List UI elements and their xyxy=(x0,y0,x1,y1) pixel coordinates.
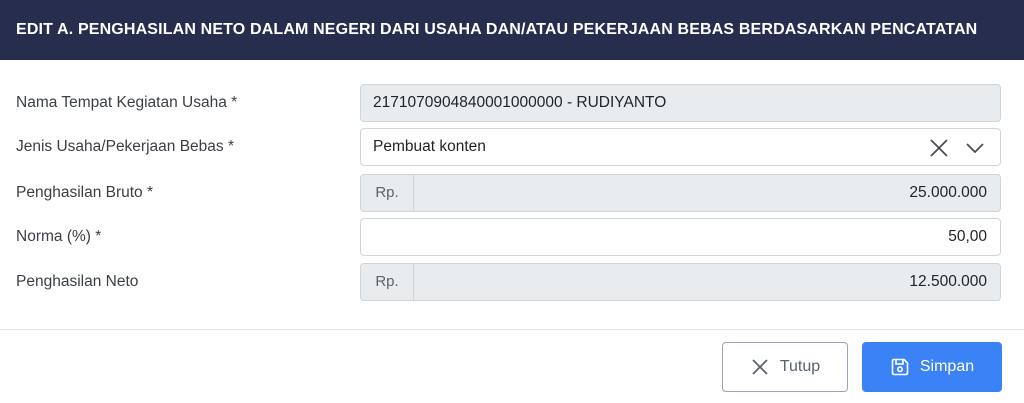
neto-value: 12.500.000 xyxy=(909,273,987,290)
modal-title: EDIT A. PENGHASILAN NETO DALAM NEGERI DA… xyxy=(0,0,1024,60)
nama-tempat-field: 2171070904840001000000 - RUDIYANTO xyxy=(360,84,1001,122)
currency-prefix: Rp. xyxy=(361,264,414,300)
close-button-label: Tutup xyxy=(779,358,821,375)
neto-field: Rp. 12.500.000 xyxy=(360,263,1001,301)
row-nama-tempat: Nama Tempat Kegiatan Usaha * 21710709048… xyxy=(0,84,1024,122)
footer-divider xyxy=(0,329,1024,330)
row-norma: Norma (%) * 50,00 xyxy=(0,218,1024,256)
close-icon xyxy=(750,357,770,377)
edit-modal: EDIT A. PENGHASILAN NETO DALAM NEGERI DA… xyxy=(0,0,1024,403)
jenis-usaha-label: Jenis Usaha/Pekerjaan Bebas * xyxy=(16,138,234,155)
floppy-disk-icon xyxy=(890,357,910,377)
currency-prefix: Rp. xyxy=(361,175,414,211)
row-jenis-usaha: Jenis Usaha/Pekerjaan Bebas * Pembuat ko… xyxy=(0,128,1024,166)
close-icon[interactable] xyxy=(928,138,950,158)
bruto-value: 25.000.000 xyxy=(909,184,987,201)
norma-label: Norma (%) * xyxy=(16,228,102,245)
nama-tempat-value: 2171070904840001000000 - RUDIYANTO xyxy=(373,94,667,111)
norma-value: 50,00 xyxy=(948,228,987,245)
neto-label: Penghasilan Neto xyxy=(16,273,139,290)
norma-input[interactable]: 50,00 xyxy=(360,218,1001,256)
bruto-label: Penghasilan Bruto * xyxy=(16,184,154,201)
save-button[interactable]: Simpan xyxy=(862,342,1002,392)
jenis-usaha-select[interactable]: Pembuat konten xyxy=(360,128,1001,166)
row-bruto: Penghasilan Bruto * Rp. 25.000.000 xyxy=(0,174,1024,212)
jenis-usaha-value: Pembuat konten xyxy=(373,138,486,155)
nama-tempat-label: Nama Tempat Kegiatan Usaha * xyxy=(16,94,238,111)
save-button-label: Simpan xyxy=(919,358,975,375)
close-button[interactable]: Tutup xyxy=(722,342,848,392)
bruto-field: Rp. 25.000.000 xyxy=(360,174,1001,212)
row-neto: Penghasilan Neto Rp. 12.500.000 xyxy=(0,263,1024,301)
chevron-down-icon[interactable] xyxy=(964,138,986,158)
